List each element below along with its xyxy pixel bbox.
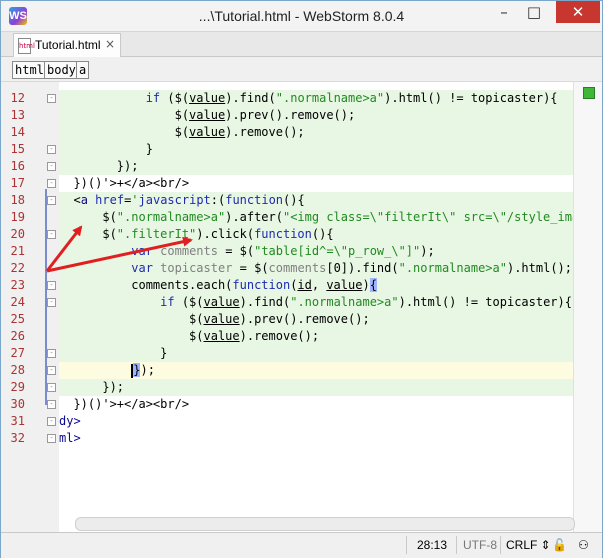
maximize-button[interactable]: □ — [519, 1, 549, 23]
tab-close-icon[interactable]: × — [105, 37, 115, 51]
html-file-icon: html — [18, 38, 35, 54]
tab-label: Tutorial.html — [35, 38, 101, 52]
vertical-scrollbar[interactable] — [573, 82, 602, 532]
horizontal-scrollbar[interactable] — [75, 517, 575, 531]
annotation-arrows — [45, 225, 193, 273]
caret-position[interactable]: 28:13 — [417, 538, 447, 552]
editor-tab-bar: html Tutorial.html × — [1, 32, 602, 57]
breadcrumb: html body a — [1, 57, 602, 82]
breadcrumb-a[interactable]: a — [76, 61, 90, 79]
status-separator — [500, 536, 501, 554]
close-window-button[interactable]: ✕ — [556, 1, 600, 23]
status-separator — [456, 536, 457, 554]
status-separator — [406, 536, 407, 554]
code-editor[interactable]: 12 - if ($(value).find(".normalname>a").… — [1, 82, 602, 532]
minimize-button[interactable]: – — [489, 1, 519, 23]
lock-icon[interactable]: 🔓 — [552, 538, 567, 552]
title-bar[interactable]: WS ...\Tutorial.html - WebStorm 8.0.4 – … — [1, 1, 602, 32]
webstorm-window: WS ...\Tutorial.html - WebStorm 8.0.4 – … — [0, 0, 603, 558]
breadcrumb-html[interactable]: html — [12, 61, 47, 79]
analysis-ok-icon — [583, 87, 595, 99]
line-separator[interactable]: CRLF ⇕ — [506, 538, 551, 552]
tab-tutorial-html[interactable]: html Tutorial.html × — [13, 33, 121, 57]
inspector-icon[interactable]: ⚇ — [578, 538, 589, 552]
status-bar: 28:13 UTF-8 CRLF ⇕ 🔓 ⚇ — [1, 532, 602, 558]
breadcrumb-body[interactable]: body — [44, 61, 79, 79]
file-encoding[interactable]: UTF-8 — [463, 538, 497, 552]
